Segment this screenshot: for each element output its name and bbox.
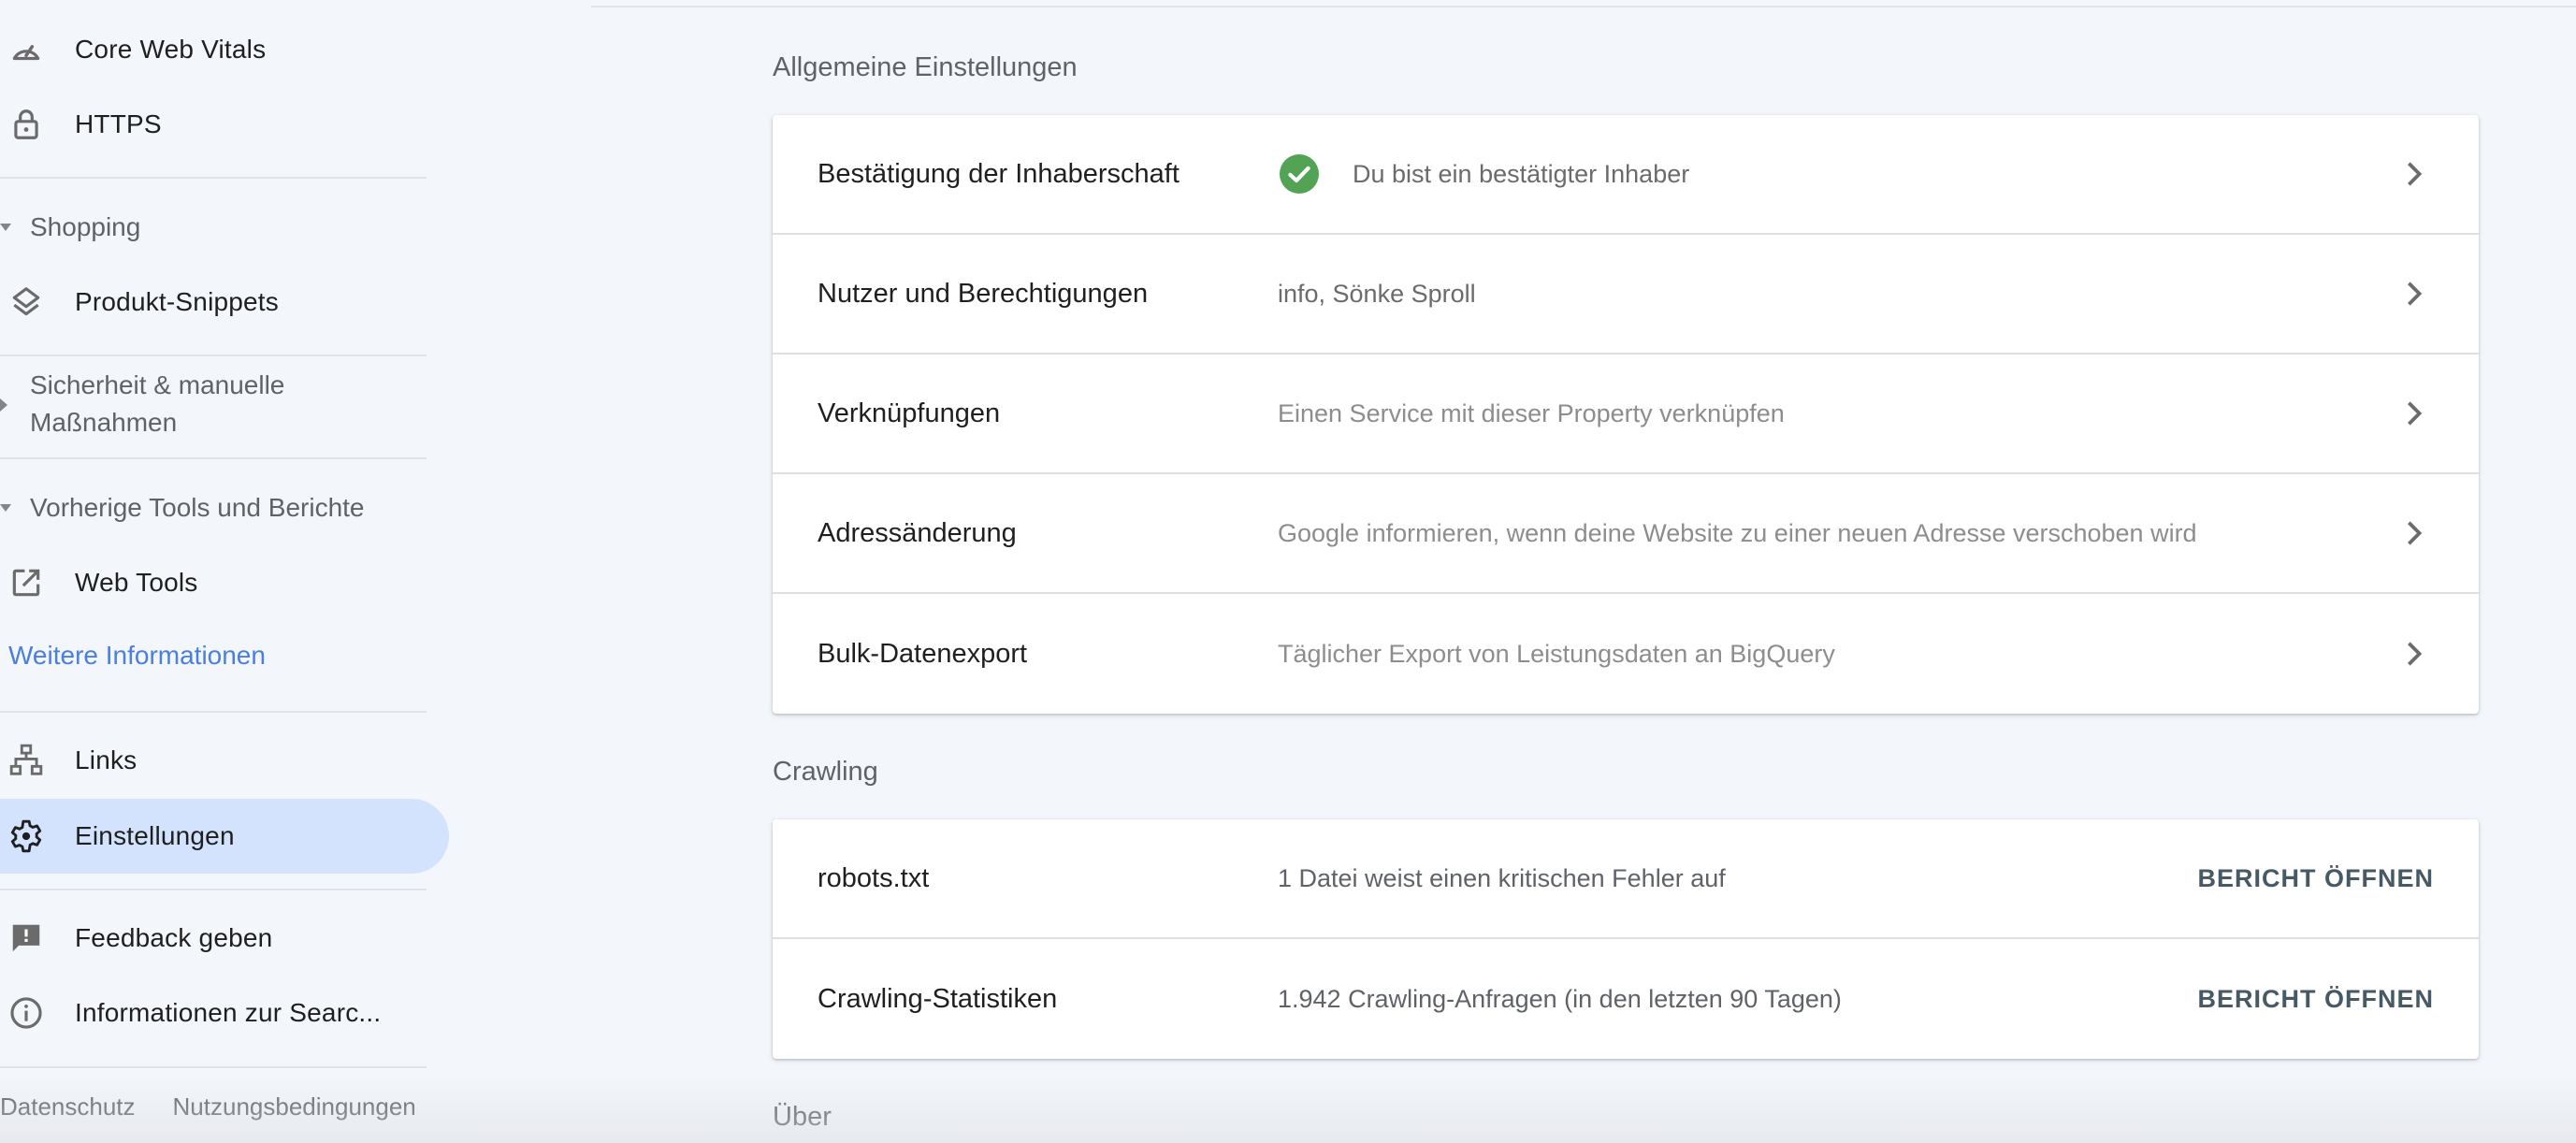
- sidebar-section-security[interactable]: Sicherheit & manuelle Maßnahmen: [0, 367, 427, 443]
- lock-icon: [7, 106, 45, 143]
- chevron-right-icon: [2408, 642, 2423, 666]
- ownership-status-text: Du bist ein bestätigter Inhaber: [1353, 159, 1690, 188]
- section-label: Shopping: [30, 212, 141, 241]
- sidebar-item-feedback[interactable]: Feedback geben: [0, 901, 427, 976]
- robots-txt-row: robots.txt 1 Datei weist einen kritische…: [773, 819, 2479, 939]
- row-value: Google informieren, wenn deine Website z…: [1278, 518, 2197, 547]
- open-report-button[interactable]: BERICHT ÖFFNEN: [2198, 864, 2435, 893]
- chevron-right-icon: [2408, 162, 2423, 186]
- row-value: Täglicher Export von Leistungsdaten an B…: [1278, 639, 1835, 668]
- speedometer-icon: [7, 31, 45, 68]
- sidebar-item-label: Core Web Vitals: [75, 35, 267, 64]
- chevron-right-icon: [2408, 401, 2423, 426]
- general-settings-heading: Allgemeine Einstellungen: [773, 52, 1078, 82]
- chevron-right-icon: [2408, 521, 2423, 545]
- sidebar-footer: Datenschutz Nutzungsbedingungen: [0, 1092, 416, 1121]
- crawling-heading: Crawling: [773, 757, 878, 787]
- sidebar-item-label: HTTPS: [75, 109, 162, 138]
- row-value: 1.942 Crawling-Anfragen (in den letzten …: [1278, 984, 1842, 1013]
- sidebar-item-links[interactable]: Links: [0, 723, 427, 798]
- sidebar-section-shopping[interactable]: Shopping: [0, 209, 427, 246]
- sidebar-item-web-tools[interactable]: Web Tools: [0, 545, 427, 620]
- sidebar-divider: [0, 177, 427, 179]
- open-in-new-icon: [7, 564, 45, 601]
- more-information-link[interactable]: Weitere Informationen: [8, 641, 266, 671]
- row-title: Verknüpfungen: [818, 398, 1001, 428]
- feedback-icon: [7, 919, 45, 957]
- section-label: Maßnahmen: [30, 408, 178, 437]
- section-label: Sicherheit & manuelle: [30, 370, 285, 399]
- caret-down-icon: [0, 504, 11, 512]
- row-title: Nutzer und Berechtigungen: [818, 278, 1149, 309]
- general-settings-card: Bestätigung der Inhaberschaft Du bist ei…: [773, 115, 2479, 714]
- crawl-stats-row: Crawling-Statistiken 1.942 Crawling-Anfr…: [773, 939, 2479, 1059]
- row-title: Bestätigung der Inhaberschaft: [818, 158, 1179, 189]
- sidebar-divider: [0, 1066, 427, 1068]
- sidebar-section-legacy-tools[interactable]: Vorherige Tools und Berichte: [0, 489, 427, 527]
- sidebar-item-label: Produkt-Snippets: [75, 287, 279, 316]
- sidebar-item-core-web-vitals[interactable]: Core Web Vitals: [0, 12, 427, 87]
- row-title: Bulk-Datenexport: [818, 638, 1028, 669]
- sidebar-item-label: Einstellungen: [75, 821, 235, 850]
- open-report-button[interactable]: BERICHT ÖFFNEN: [2198, 985, 2435, 1014]
- bulk-data-export-row[interactable]: Bulk-Datenexport Täglicher Export von Le…: [773, 594, 2479, 714]
- users-permissions-row[interactable]: Nutzer und Berechtigungen info, Sönke Sp…: [773, 235, 2479, 354]
- layers-icon: [7, 283, 45, 321]
- sidebar-item-product-snippets[interactable]: Produkt-Snippets: [0, 265, 427, 340]
- header-divider: [591, 6, 2576, 7]
- sidebar-item-label: Web Tools: [75, 568, 198, 597]
- sitemap-icon: [7, 742, 45, 779]
- sidebar-item-search-console-info[interactable]: Informationen zur Searc...: [0, 976, 427, 1050]
- sidebar-item-https[interactable]: HTTPS: [0, 87, 427, 162]
- info-icon: [7, 994, 45, 1032]
- sidebar-item-label: Links: [75, 745, 137, 774]
- caret-down-icon: [0, 224, 11, 231]
- sidebar-divider: [0, 457, 427, 459]
- ownership-verification-row[interactable]: Bestätigung der Inhaberschaft Du bist ei…: [773, 115, 2479, 235]
- change-of-address-row[interactable]: Adressänderung Google informieren, wenn …: [773, 474, 2479, 594]
- sidebar-navigation: Core Web Vitals HTTPS Shopping Produkt-S…: [0, 0, 458, 1143]
- gear-icon: [7, 817, 45, 855]
- row-value: info, Sönke Sproll: [1278, 279, 1476, 308]
- row-value: Du bist ein bestätigter Inhaber: [1278, 154, 1689, 194]
- chevron-right-icon: [2408, 282, 2423, 306]
- caret-right-icon: [0, 398, 7, 412]
- row-title: robots.txt: [818, 862, 930, 893]
- row-value: 1 Datei weist einen kritischen Fehler au…: [1278, 863, 1726, 892]
- verified-check-icon: [1280, 154, 1319, 194]
- sidebar-item-label: Feedback geben: [75, 923, 273, 952]
- row-title: Crawling-Statistiken: [818, 983, 1058, 1014]
- terms-link[interactable]: Nutzungsbedingungen: [173, 1092, 416, 1121]
- privacy-link[interactable]: Datenschutz: [0, 1092, 136, 1121]
- crawling-card: robots.txt 1 Datei weist einen kritische…: [773, 819, 2479, 1059]
- section-label: Vorherige Tools und Berichte: [30, 493, 365, 522]
- sidebar-item-label: Informationen zur Searc...: [75, 998, 382, 1027]
- row-title: Adressänderung: [818, 517, 1017, 548]
- about-heading: Über: [773, 1102, 832, 1132]
- associations-row[interactable]: Verknüpfungen Einen Service mit dieser P…: [773, 354, 2479, 474]
- sidebar-divider: [0, 889, 427, 890]
- sidebar-divider: [0, 711, 427, 713]
- sidebar-divider: [0, 354, 427, 356]
- row-value: Einen Service mit dieser Property verknü…: [1278, 398, 1785, 427]
- sidebar-item-settings[interactable]: Einstellungen: [0, 799, 449, 874]
